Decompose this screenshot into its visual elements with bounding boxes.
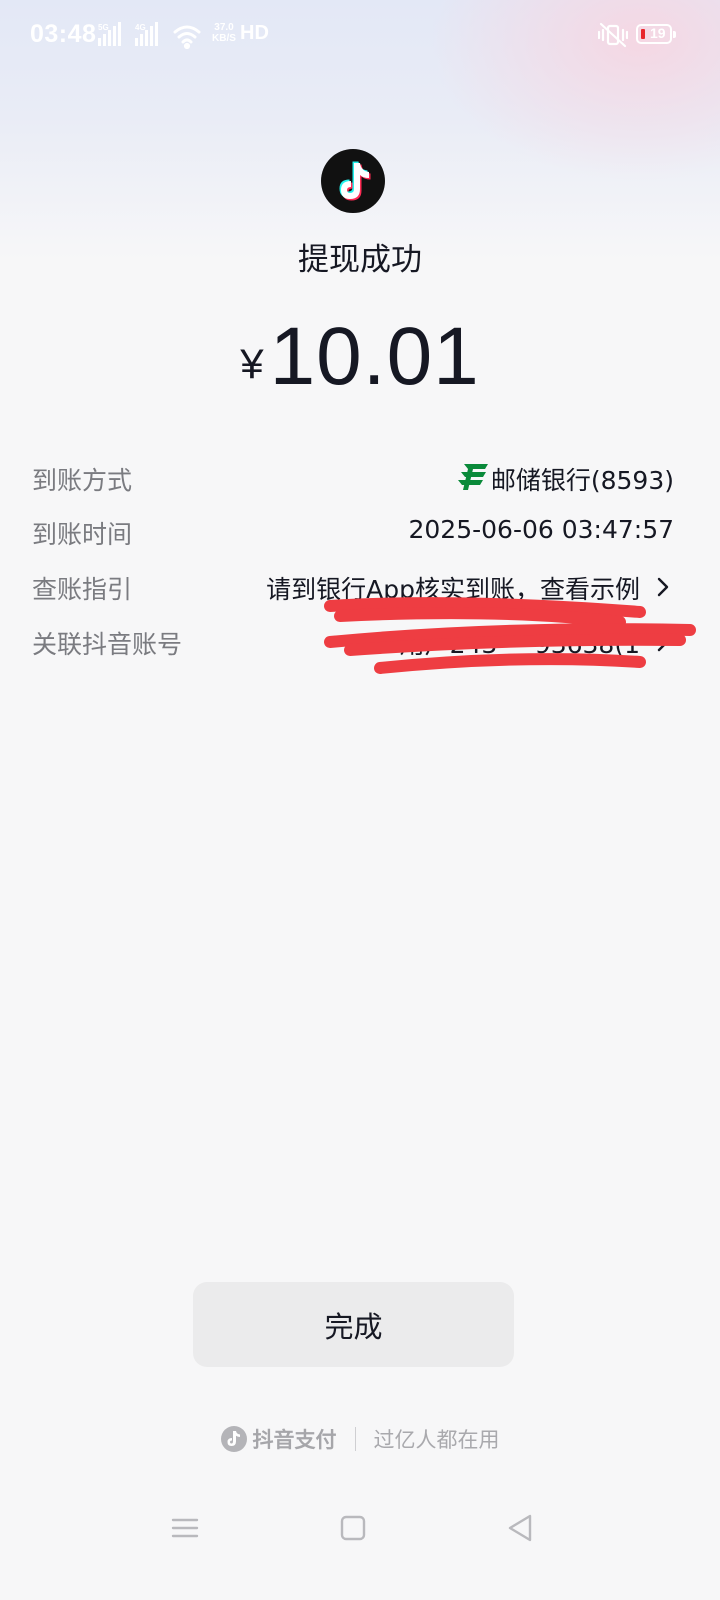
postal-savings-bank-icon [458,464,488,490]
back-icon[interactable] [500,1508,540,1548]
account-value[interactable]: 用户243***93638(1 [400,625,640,661]
douyin-logo-icon [321,149,385,213]
home-icon[interactable] [333,1508,373,1548]
svg-text:5G: 5G [98,23,109,32]
time-label: 到账时间 [32,520,133,549]
hd-voice-label: HD [240,22,269,44]
method-value: 邮储银行(8593) [490,466,674,495]
menu-icon[interactable] [165,1508,205,1548]
page-title: 提现成功 [298,242,422,278]
account-label: 关联抖音账号 [32,630,183,659]
svg-text:4G: 4G [135,23,146,32]
guide-link[interactable]: 请到银行App核实到账，查看示例 [266,570,640,606]
chevron-right-icon[interactable] [652,576,674,598]
detail-row-method: 到账方式 邮储银行(8593) [0,455,720,499]
method-label: 到账方式 [32,466,133,495]
battery-percent: 19 [650,25,666,41]
signal-4g-icon: 4G [135,22,158,46]
footer-divider [354,1427,356,1451]
signal-icons: 5G 4G [98,22,201,50]
footer-brand: 抖音支付 过亿人都在用 [0,1424,720,1458]
network-speed: 37.0 KB/S [212,22,236,44]
chevron-right-icon[interactable] [652,631,674,653]
done-button[interactable]: 完成 [193,1282,514,1367]
system-nav-bar [0,1490,720,1560]
wifi-icon [173,25,201,50]
status-time: 03:48 [30,20,97,48]
battery-level [641,29,645,39]
battery-icon: 19 [636,24,676,44]
time-value: 2025-06-06 03:47:57 [408,515,674,544]
detail-row-account[interactable]: 关联抖音账号 用户243***93638(1 [0,619,720,663]
guide-label: 查账指引 [32,575,133,604]
douyin-pay-logo-icon [220,1426,247,1452]
brand-slogan: 过亿人都在用 [373,1428,500,1452]
amount-value: 10.01 [269,311,480,402]
signal-5g-icon: 5G [98,22,121,46]
vibrate-mode-icon [598,22,628,48]
detail-row-guide[interactable]: 查账指引 请到银行App核实到账，查看示例 [0,564,720,608]
withdraw-amount: ¥10.01 [0,310,720,404]
status-bar: 03:48 5G 4G 37.0 KB/S HD 19 [0,0,720,72]
currency-symbol: ¥ [240,340,264,387]
brand-name: 抖音支付 [252,1428,337,1452]
detail-row-time: 到账时间 2025-06-06 03:47:57 [0,509,720,553]
